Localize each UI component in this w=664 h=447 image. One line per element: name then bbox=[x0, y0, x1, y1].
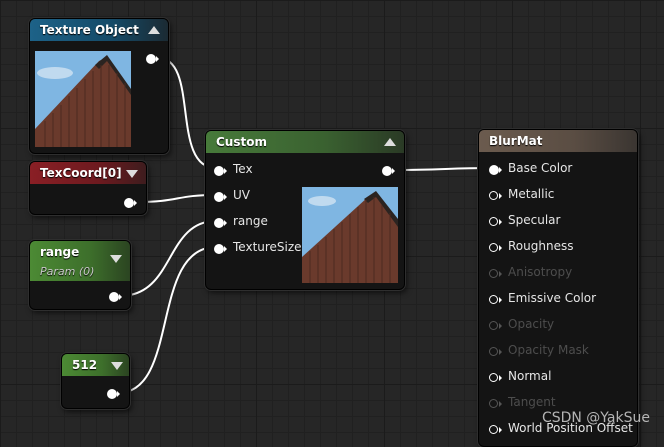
material-title: BlurMat bbox=[489, 134, 543, 148]
custom-input-pin-range[interactable] bbox=[214, 217, 228, 229]
custom-input-label-range: range bbox=[233, 214, 268, 228]
constant-node[interactable]: 512 bbox=[61, 353, 130, 409]
expand-arrow-icon[interactable] bbox=[110, 255, 122, 263]
range-param-node[interactable]: range Param (0) bbox=[29, 240, 131, 310]
collapse-arrow-icon[interactable] bbox=[384, 138, 396, 146]
custom-node[interactable]: Custom Tex UV range TextureSize bbox=[205, 130, 405, 290]
custom-header[interactable]: Custom bbox=[206, 131, 404, 153]
texture-object-title: Texture Object bbox=[40, 23, 139, 37]
texcoord-output-pin[interactable] bbox=[124, 197, 138, 209]
material-input-pin-base-color[interactable] bbox=[489, 164, 503, 176]
material-input-pin-opacity bbox=[489, 320, 503, 332]
material-input-label-normal: Normal bbox=[508, 369, 552, 383]
texture-output-pin[interactable] bbox=[146, 53, 160, 65]
custom-output-pin[interactable] bbox=[382, 165, 396, 177]
material-input-pin-tangent bbox=[489, 398, 503, 410]
range-header[interactable]: range Param (0) bbox=[30, 241, 130, 281]
constant-output-pin[interactable] bbox=[107, 388, 121, 400]
material-input-label-emissive-color: Emissive Color bbox=[508, 291, 597, 305]
material-input-pin-emissive-color[interactable] bbox=[489, 294, 503, 306]
custom-input-label-uv: UV bbox=[233, 188, 250, 202]
material-input-pin-world-position-offset[interactable] bbox=[489, 424, 503, 436]
custom-input-pin-uv[interactable] bbox=[214, 191, 228, 203]
material-input-pin-opacity-mask bbox=[489, 346, 503, 358]
constant-header[interactable]: 512 bbox=[62, 354, 129, 376]
wire-texcoord-to-uv bbox=[135, 194, 217, 203]
watermark-text: CSDN @YakSue bbox=[541, 410, 650, 426]
collapse-arrow-icon[interactable] bbox=[148, 26, 160, 34]
expand-arrow-icon[interactable] bbox=[111, 362, 123, 370]
custom-title: Custom bbox=[216, 135, 267, 149]
constant-title: 512 bbox=[72, 358, 98, 372]
material-input-label-opacity-mask: Opacity Mask bbox=[508, 343, 589, 357]
custom-preview-image bbox=[302, 187, 398, 283]
material-input-label-tangent: Tangent bbox=[508, 395, 556, 409]
custom-input-label-tex: Tex bbox=[233, 162, 253, 176]
range-output-pin[interactable] bbox=[109, 291, 123, 303]
material-input-pin-metallic[interactable] bbox=[489, 190, 503, 202]
material-input-label-specular: Specular bbox=[508, 213, 561, 227]
material-input-pin-roughness[interactable] bbox=[489, 242, 503, 254]
texcoord-title: TexCoord[0] bbox=[40, 166, 122, 180]
custom-input-label-texturesize: TextureSize bbox=[233, 240, 302, 254]
wire-custom-to-basecolor bbox=[391, 167, 493, 171]
range-title: range bbox=[40, 245, 80, 259]
material-input-label-anisotropy: Anisotropy bbox=[508, 265, 573, 279]
material-input-label-roughness: Roughness bbox=[508, 239, 574, 253]
material-input-pin-specular[interactable] bbox=[489, 216, 503, 228]
texcoord-header[interactable]: TexCoord[0] bbox=[30, 162, 146, 184]
expand-arrow-icon[interactable] bbox=[126, 170, 138, 178]
texture-object-header[interactable]: Texture Object bbox=[30, 19, 168, 41]
texture-preview-image bbox=[35, 51, 131, 147]
material-result-node[interactable]: BlurMat Base Color Metallic Specular Rou… bbox=[478, 129, 638, 447]
material-input-pin-anisotropy bbox=[489, 268, 503, 280]
material-header[interactable]: BlurMat bbox=[479, 130, 637, 152]
material-input-label-base-color: Base Color bbox=[508, 161, 573, 175]
texture-object-node[interactable]: Texture Object bbox=[29, 18, 169, 154]
material-input-pin-normal[interactable] bbox=[489, 372, 503, 384]
material-input-label-metallic: Metallic bbox=[508, 187, 555, 201]
range-subtitle: Param (0) bbox=[40, 265, 95, 278]
wire-range-to-range bbox=[119, 220, 217, 297]
material-input-label-opacity: Opacity bbox=[508, 317, 555, 331]
texcoord-node[interactable]: TexCoord[0] bbox=[29, 161, 147, 215]
custom-input-pin-tex[interactable] bbox=[214, 165, 228, 177]
wire-const-to-texturesize bbox=[117, 246, 217, 394]
custom-input-pin-texturesize[interactable] bbox=[214, 243, 228, 255]
